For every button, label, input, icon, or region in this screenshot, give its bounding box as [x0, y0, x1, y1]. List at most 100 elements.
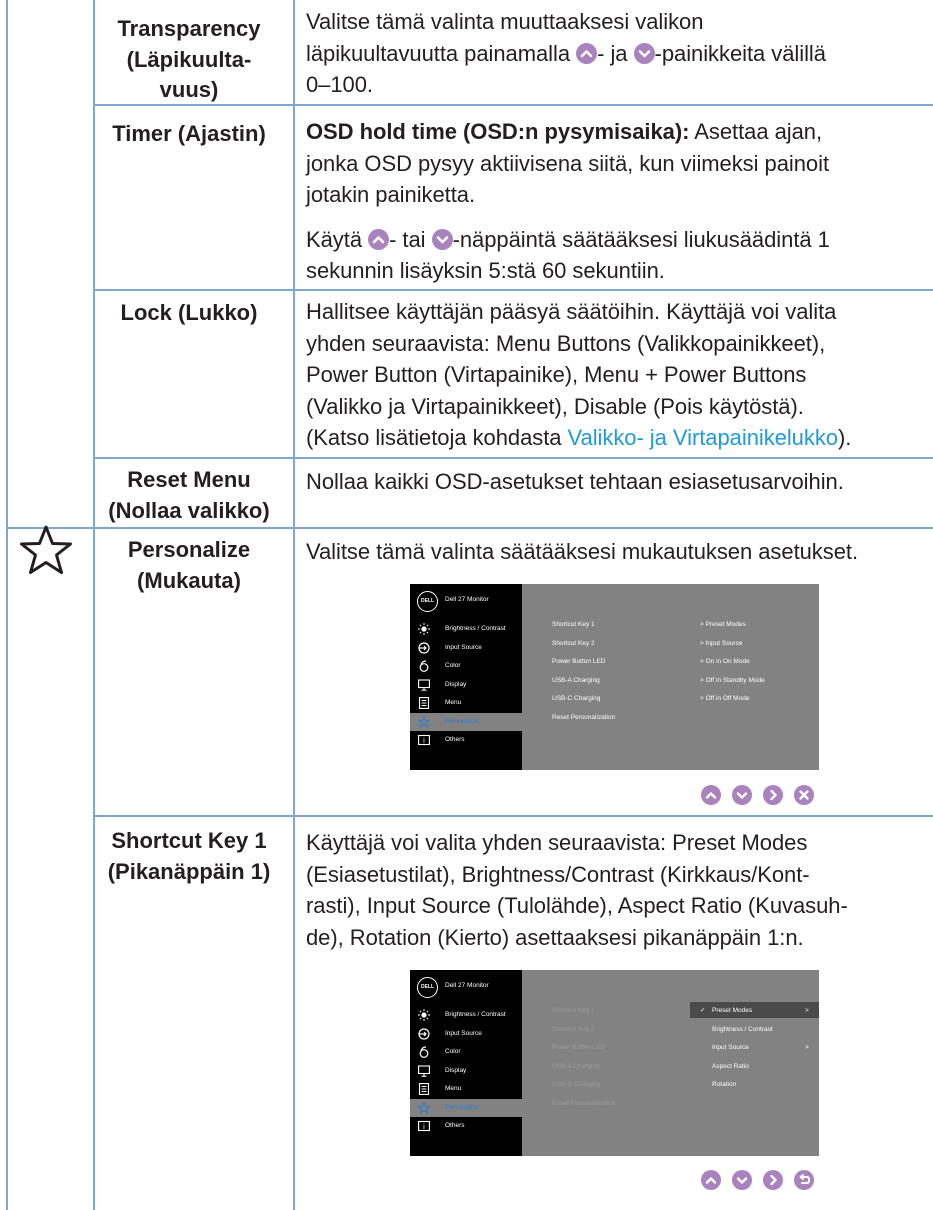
- desc-text: ).: [837, 425, 852, 450]
- down-button-icon[interactable]: [732, 1170, 752, 1190]
- osd-menu-item[interactable]: Brightness / Contrast: [410, 620, 522, 638]
- table-rule: [93, 457, 933, 459]
- osd-option-item[interactable]: Rotation: [712, 1081, 736, 1088]
- label-line: Timer (Ajastin): [112, 121, 266, 146]
- desc-line: sekunnin lisäyksin 5:stä 60 sekuntiin.: [306, 258, 665, 283]
- osd-submenu-item[interactable]: Power Button LED: [552, 1044, 605, 1051]
- row-label-personalize: Personalize (Mukauta): [93, 535, 285, 596]
- osd-menu-item[interactable]: Input Source: [410, 639, 522, 657]
- osd-submenu-item[interactable]: Reset Personalization: [552, 1100, 615, 1107]
- up-button-icon: [576, 42, 598, 64]
- osd-submenu-item[interactable]: Reset Personalization: [552, 714, 615, 721]
- osd-menu-label: Display: [445, 680, 467, 688]
- label-line: (Mukauta): [137, 567, 241, 593]
- others-icon: i: [418, 1120, 430, 1132]
- osd-menu-item[interactable]: Personalize: [410, 1098, 525, 1117]
- osd-setting-value: > Input Source: [700, 639, 743, 647]
- desc-text: läpikuultavuutta painamalla: [306, 40, 571, 66]
- close-button-icon[interactable]: [794, 785, 814, 805]
- down-button-icon[interactable]: [732, 785, 752, 805]
- osd-option-item[interactable]: Aspect Ratio: [712, 1063, 749, 1070]
- table-rule: [6, 0, 8, 1210]
- up-button-icon[interactable]: [701, 1170, 721, 1190]
- table-rule: [293, 0, 295, 1210]
- osd-menu-item[interactable]: Brightness / Contrast: [410, 1006, 522, 1024]
- osd-option-item[interactable]: Brightness / Contrast: [712, 1026, 773, 1033]
- osd-menu-item[interactable]: Color: [410, 657, 522, 675]
- osd-menu-label: Menu: [445, 699, 462, 706]
- desc-line: (Esiasetustilat), Brightness/Contrast (K…: [306, 861, 810, 887]
- input-source-icon: [418, 1027, 430, 1040]
- label-line: Personalize: [127, 537, 251, 562]
- osd-menu-item[interactable]: Display: [410, 1062, 522, 1080]
- display-icon: [418, 1064, 430, 1077]
- osd-menu-item[interactable]: Display: [410, 676, 522, 694]
- up-button-icon: [368, 228, 390, 250]
- back-button-icon[interactable]: [794, 1170, 814, 1190]
- osd-menu-item[interactable]: i Others: [410, 731, 522, 749]
- row-desc-reset-menu: Nollaa kaikki OSD-asetukset tehtaan esia…: [306, 466, 926, 498]
- osd-submenu-item[interactable]: Shortcut Key 1: [552, 1007, 595, 1014]
- desc-line: Valitse tämä valinta säätääksesi mukautu…: [306, 539, 859, 564]
- osd-option-item[interactable]: Input Source: [712, 1044, 749, 1051]
- table-rule: [93, 289, 933, 291]
- osd-personalize-screenshot: DELL Dell 27 Monitor Brightness / Contrast…: [410, 584, 819, 770]
- input-source-icon: [418, 641, 430, 654]
- dell-logo: DELL: [417, 977, 438, 998]
- desc-line: Nollaa kaikki OSD-asetukset tehtaan esia…: [306, 469, 844, 494]
- right-button-icon[interactable]: [763, 1170, 783, 1190]
- row-label-transparency: Transparency (Läpikuulta- vuus): [93, 14, 285, 106]
- osd-menu-label: Others: [445, 1122, 465, 1129]
- desc-line: jotakin painiketta.: [306, 182, 476, 207]
- chevron-right-icon: >: [805, 1044, 809, 1051]
- brightness-icon: [418, 623, 430, 635]
- row-label-timer: Timer (Ajastin): [93, 119, 285, 150]
- osd-setting-value: > Preset Modes: [700, 621, 746, 628]
- dell-logo: DELL: [417, 591, 438, 612]
- label-line: (Läpikuulta-: [126, 46, 252, 72]
- osd-option-highlight: [690, 1002, 819, 1018]
- osd-option-item[interactable]: Preset Modes: [712, 1007, 752, 1014]
- osd-submenu-item[interactable]: USB-C Charging: [552, 1081, 600, 1088]
- label-line: Lock (Lukko): [120, 300, 258, 325]
- desc-text: - ja: [597, 40, 628, 66]
- desc-line: rasti), Input Source (Tulolähde), Aspect…: [306, 893, 848, 918]
- osd-menu-item[interactable]: Personalize: [410, 712, 525, 731]
- osd-shortcut-key-screenshot: DELL Dell 27 Monitor Brightness / Contrast…: [410, 970, 819, 1156]
- osd-submenu-item[interactable]: USB-A Charging: [552, 1063, 600, 1070]
- desc-line: 0–100.: [306, 72, 373, 97]
- osd-model-name: Dell 27 Monitor: [445, 596, 489, 603]
- desc-line: Valitse tämä valinta muuttaaksesi valiko…: [306, 9, 704, 34]
- osd-menu-item[interactable]: i Others: [410, 1117, 522, 1135]
- osd-submenu-item[interactable]: USB-C Charging: [552, 695, 600, 702]
- osd-submenu-item[interactable]: Shortcut Key 1: [552, 621, 595, 628]
- desc-line: Käyttäjä voi valita yhden seuraavista: P…: [306, 830, 808, 855]
- osd-submenu-item[interactable]: Power Button LED: [552, 658, 605, 665]
- osd-menu-item[interactable]: Color: [410, 1043, 522, 1061]
- label-line: Reset Menu: [127, 467, 251, 492]
- menu-icon: [418, 697, 430, 709]
- osd-menu-item[interactable]: Menu: [410, 1080, 522, 1098]
- desc-line: läpikuultavuutta painamalla - ja -painik…: [306, 38, 926, 70]
- osd-menu-label: Color: [445, 662, 461, 669]
- color-icon: [418, 1046, 430, 1058]
- osd-submenu-item[interactable]: USB-A Charging: [552, 677, 600, 684]
- osd-sidebar: DELL Dell 27 Monitor Brightness / Contrast…: [410, 970, 525, 1156]
- osd-menu-item[interactable]: Input Source: [410, 1025, 522, 1043]
- osd-menu-label: Personalize: [445, 717, 479, 725]
- menu-power-lock-link[interactable]: Valikko- ja Virtapainikelukko: [568, 425, 838, 450]
- osd-submenu-item[interactable]: Shortcut Key 2: [552, 640, 595, 647]
- row-desc-shortcut-key-1: Käyttäjä voi valita yhden seuraavista: P…: [306, 827, 926, 953]
- osd-menu-label: Input Source: [445, 643, 482, 651]
- desc-text: -näppäintä säätääksesi liukusäädintä 1: [452, 226, 830, 252]
- row-desc-timer: OSD hold time (OSD:n pysymisaika): Asett…: [306, 116, 926, 287]
- osd-submenu-item[interactable]: Shortcut Key 2: [552, 1026, 595, 1033]
- osd-menu-item[interactable]: Menu: [410, 694, 522, 712]
- osd-menu-label: Others: [445, 736, 465, 743]
- up-button-icon[interactable]: [701, 785, 721, 805]
- osd-menu-label: Brightness / Contrast: [445, 625, 506, 632]
- label-line: Transparency: [117, 16, 261, 41]
- right-button-icon[interactable]: [763, 785, 783, 805]
- star-icon: [417, 1100, 431, 1114]
- svg-text:i: i: [423, 1123, 425, 1131]
